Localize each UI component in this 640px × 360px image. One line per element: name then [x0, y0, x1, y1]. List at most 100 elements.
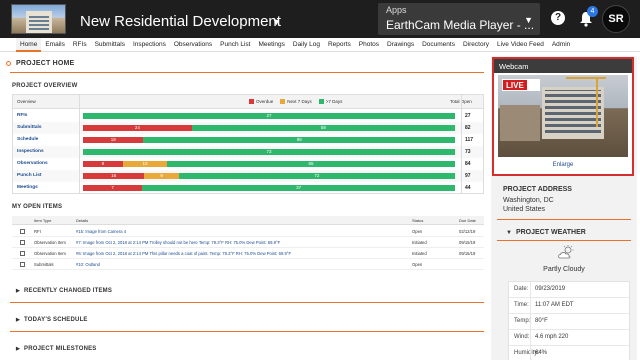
status-header: Status	[412, 218, 424, 223]
bar-segment-overdue[interactable]: 7	[83, 185, 143, 191]
due-date-header: Due Date	[459, 218, 476, 223]
stacked-bar: 9 10 65	[83, 161, 455, 167]
nav-item-directory[interactable]: Directory	[459, 38, 493, 52]
open-items-header: Item Type Details Status Due Date	[12, 216, 484, 225]
legend-item: >7 Days	[318, 99, 342, 104]
open-items-table: Item Type Details Status Due Date RFI #15…	[12, 216, 484, 272]
overview-row-label[interactable]: Punch List	[17, 173, 42, 178]
project-weather-toggle[interactable]: ▼ PROJECT WEATHER	[506, 229, 586, 236]
overview-row[interactable]: Meetings 7 37 44	[13, 182, 483, 194]
project-address-heading: PROJECT ADDRESS	[503, 186, 572, 193]
bar-segment-later[interactable]: 65	[167, 161, 455, 167]
nav-item-drawings[interactable]: Drawings	[383, 38, 418, 52]
nav-item-inspections[interactable]: Inspections	[129, 38, 170, 52]
open-item-details[interactable]: #6: Image from Oct 2, 2018 at 2:14 PM Th…	[76, 251, 291, 256]
my-open-items-heading: MY OPEN ITEMS	[12, 204, 63, 210]
overview-row-label[interactable]: Schedule	[17, 137, 38, 142]
page-title: PROJECT HOME	[16, 60, 75, 67]
webcam-title: Webcam	[494, 59, 632, 73]
table-row[interactable]: Observation Item #6: Image from Oct 2, 20…	[12, 248, 484, 259]
apps-dropdown[interactable]: Apps EarthCam Media Player - ... ▼	[378, 3, 540, 35]
chevron-down-icon[interactable]: ▼	[272, 17, 281, 27]
open-item-type: Submittals	[34, 262, 54, 267]
nav-item-reports[interactable]: Reports	[324, 38, 355, 52]
open-item-details[interactable]: #10: Outland	[76, 262, 100, 267]
nav-item-punch-list[interactable]: Punch List	[216, 38, 254, 52]
overview-row-label[interactable]: Observations	[17, 161, 48, 166]
live-label: LIVE	[503, 80, 527, 90]
divider	[497, 240, 631, 241]
webcam-image[interactable]: LIVE	[498, 75, 628, 157]
total-open-value: 44	[465, 185, 471, 191]
stacked-bar: 16 9 72	[83, 173, 455, 179]
bar-segment-later[interactable]: 98	[143, 137, 455, 143]
help-icon[interactable]: ?	[551, 11, 565, 25]
section-label: TODAY'S SCHEDULE	[24, 317, 88, 323]
table-row[interactable]: RFI #15: Image from Camera 4 Open 02/12/19	[12, 226, 484, 237]
enlarge-link[interactable]: Enlarge	[494, 162, 632, 168]
overview-row[interactable]: Inspections 73 73	[13, 146, 483, 158]
item-type-icon	[20, 229, 25, 234]
table-row[interactable]: Submittals #10: Outland Open	[12, 259, 484, 270]
overview-row-label[interactable]: Inspections	[17, 149, 44, 154]
nav-item-rfis[interactable]: RFIs	[69, 38, 91, 52]
avatar[interactable]: SR	[602, 5, 630, 33]
home-icon	[6, 61, 11, 66]
nav-item-emails[interactable]: Emails	[41, 38, 69, 52]
project-title[interactable]: New Residential Development	[80, 13, 281, 30]
bar-segment-overdue[interactable]: 16	[83, 173, 145, 179]
table-row[interactable]: Observation Item #7: Image from Oct 2, 20…	[12, 237, 484, 248]
nav-item-home[interactable]: Home	[16, 38, 42, 52]
nav-item-submittals[interactable]: Submittals	[91, 38, 129, 52]
chevron-down-icon: ▼	[524, 15, 533, 25]
bar-segment-next7[interactable]: 9	[144, 173, 179, 179]
bar-segment-later[interactable]: 72	[178, 173, 455, 179]
overview-row[interactable]: Schedule 19 98 117	[13, 134, 483, 146]
bar-segment-later[interactable]: 27	[83, 113, 455, 119]
overview-row-label[interactable]: Meetings	[17, 185, 38, 190]
bar-segment-later[interactable]: 58	[191, 125, 455, 131]
legend-label: Next 7 Days	[287, 99, 312, 104]
nav-item-meetings[interactable]: Meetings	[255, 38, 289, 52]
recently-changed-items-toggle[interactable]: ▶ RECENTLY CHANGED ITEMS	[16, 288, 112, 294]
overview-row-label[interactable]: RFIs	[17, 113, 27, 118]
bar-segment-later[interactable]: 37	[142, 185, 455, 191]
overview-row[interactable]: Punch List 16 9 72 97	[13, 170, 483, 182]
live-badge: LIVE	[502, 79, 540, 91]
open-item-status: Open	[412, 262, 423, 267]
weather-row: Date: 09/23/2019	[509, 282, 629, 298]
item-type-header: Item Type	[34, 218, 52, 223]
todays-schedule-toggle[interactable]: ▶ TODAY'S SCHEDULE	[16, 317, 88, 323]
open-item-type: Observation Item	[34, 240, 66, 245]
section-label: PROJECT MILESTONES	[24, 346, 97, 352]
nav-item-observations[interactable]: Observations	[170, 38, 216, 52]
nav-item-live-video-feed[interactable]: Live Video Feed	[493, 38, 548, 52]
bar-segment-overdue[interactable]: 24	[83, 125, 192, 131]
bar-segment-next7[interactable]: 10	[122, 161, 168, 167]
weather-value: 4.6 mph 220	[535, 334, 569, 340]
weather-row: Humidity: 64%	[509, 346, 629, 360]
open-item-details[interactable]: #15: Image from Camera 4	[76, 229, 126, 234]
open-item-details[interactable]: #7: Image from Oct 2, 2018 at 2:14 PM Tr…	[76, 240, 280, 245]
apps-label: Apps	[386, 5, 407, 15]
nav-item-documents[interactable]: Documents	[418, 38, 459, 52]
weather-value: 09/23/2019	[535, 286, 566, 292]
project-thumbnail[interactable]	[11, 4, 66, 34]
nav-item-admin[interactable]: Admin	[548, 38, 574, 52]
nav-item-photos[interactable]: Photos	[355, 38, 383, 52]
overview-row[interactable]: Observations 9 10 65 84	[13, 158, 483, 170]
apps-selected-value: EarthCam Media Player - ...	[386, 18, 535, 32]
total-open-value: 97	[465, 173, 471, 179]
project-milestones-toggle[interactable]: ▶ PROJECT MILESTONES	[16, 346, 97, 352]
details-header: Details	[76, 218, 89, 223]
nav-item-daily-log[interactable]: Daily Log	[289, 38, 324, 52]
notification-badge: 4	[587, 6, 598, 17]
bar-segment-later[interactable]: 73	[83, 149, 455, 155]
address-line-1: Washington, DC	[503, 197, 554, 204]
bar-segment-overdue[interactable]: 9	[83, 161, 123, 167]
overview-row[interactable]: Submittals 24 58 82	[13, 122, 483, 134]
overview-row-label[interactable]: Submittals	[17, 125, 42, 130]
overview-header: Overview Overdue Next 7 Days >7 Days Total…	[13, 95, 483, 109]
bar-segment-overdue[interactable]: 19	[83, 137, 144, 143]
overview-row[interactable]: RFIs 27 27	[13, 110, 483, 122]
